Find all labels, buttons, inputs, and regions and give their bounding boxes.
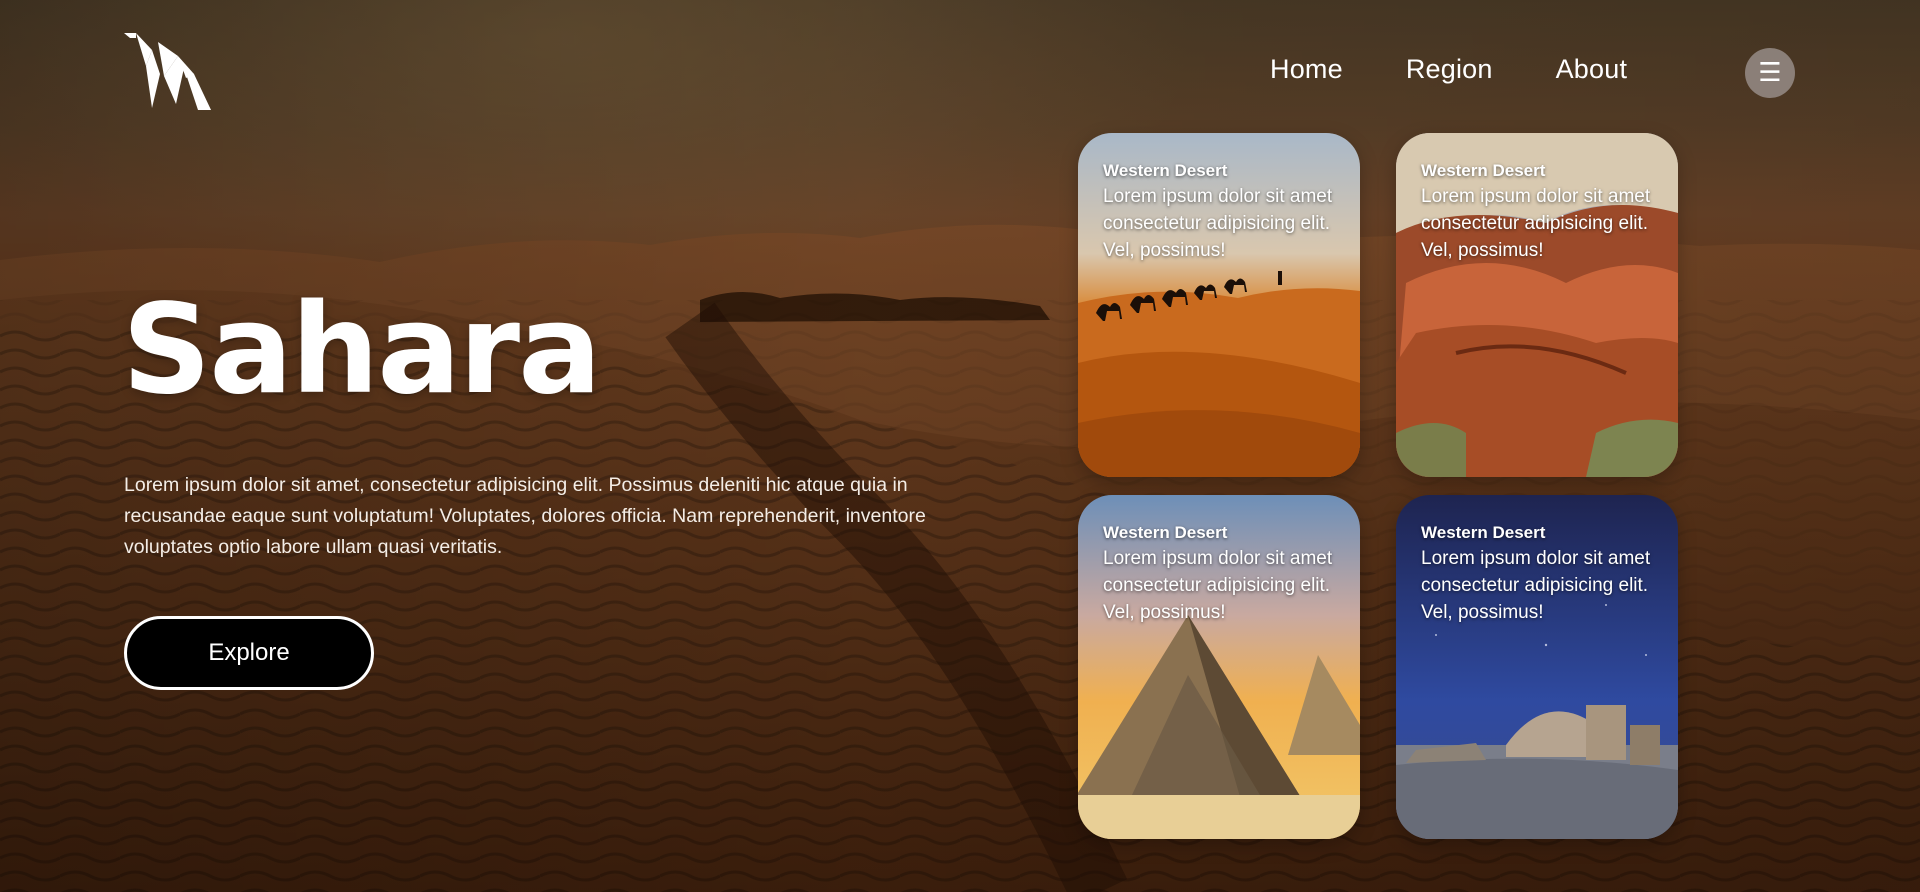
card-heading: Western Desert [1421, 523, 1546, 542]
card-text: Lorem ipsum dolor sit amet consectetur a… [1421, 186, 1651, 261]
region-card[interactable]: Western Desert Lorem ipsum dolor sit ame… [1078, 495, 1360, 839]
region-card[interactable]: Western Desert Lorem ipsum dolor sit ame… [1396, 133, 1678, 477]
region-cards-grid: Western Desert Lorem ipsum dolor sit ame… [1078, 133, 1678, 839]
region-card[interactable]: Western Desert Lorem ipsum dolor sit ame… [1078, 133, 1360, 477]
card-heading: Western Desert [1103, 523, 1228, 542]
hero-description: Lorem ipsum dolor sit amet, consectetur … [124, 474, 926, 558]
card-text: Lorem ipsum dolor sit amet consectetur a… [1103, 548, 1333, 623]
hamburger-icon: ☰ [1758, 58, 1782, 88]
nav-region-link[interactable]: Region [1406, 54, 1493, 85]
card-text: Lorem ipsum dolor sit amet consectetur a… [1421, 548, 1651, 623]
region-card[interactable]: Western Desert Lorem ipsum dolor sit ame… [1396, 495, 1678, 839]
hamburger-menu-button[interactable]: ☰ [1745, 48, 1795, 98]
nav-home-link[interactable]: Home [1270, 54, 1343, 85]
explore-button[interactable]: Explore [124, 616, 374, 690]
nav-about-link[interactable]: About [1556, 54, 1628, 85]
hero-section: Home Region About ☰ Sahara Lorem ipsum d… [0, 0, 1920, 892]
card-heading: Western Desert [1421, 161, 1546, 180]
origami-camel-logo-icon[interactable] [124, 30, 214, 110]
card-text: Lorem ipsum dolor sit amet consectetur a… [1103, 186, 1333, 261]
page-title: Sahara [122, 278, 602, 422]
main-nav: Home Region About [1270, 54, 1627, 85]
card-heading: Western Desert [1103, 161, 1228, 180]
